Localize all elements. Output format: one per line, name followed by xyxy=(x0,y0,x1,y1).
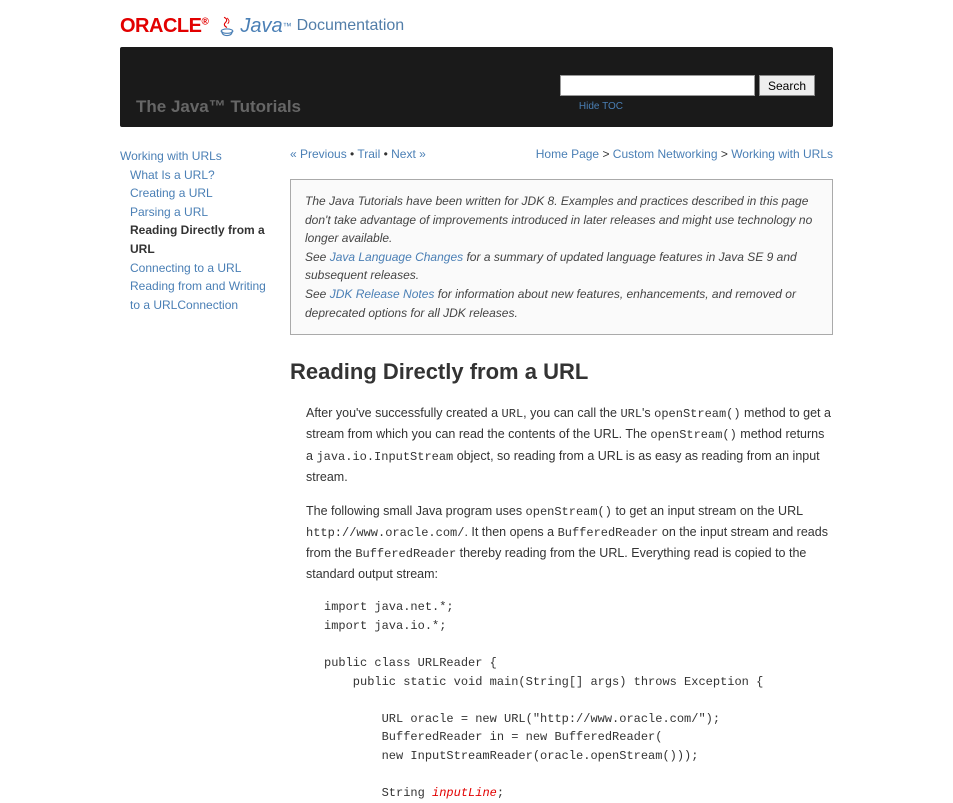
oracle-text: ORACLE xyxy=(120,15,201,37)
p2b: to get an input stream on the URL xyxy=(612,504,803,518)
content: « Previous • Trail • Next » Home Page > … xyxy=(270,147,833,803)
sidebar-item-creating-url[interactable]: Creating a URL xyxy=(120,184,270,203)
trail-link[interactable]: Trail xyxy=(357,147,380,161)
java-logo: Java™ Documentation xyxy=(218,15,404,38)
hide-toc-link[interactable]: Hide TOC xyxy=(579,101,623,112)
notice-link-jdk[interactable]: JDK Release Notes xyxy=(330,287,435,301)
code-url2: URL xyxy=(620,407,642,421)
cl1: import java.net.*; xyxy=(324,600,454,614)
cl11c: ; xyxy=(497,786,504,800)
para-1: After you've successfully created a URL,… xyxy=(306,403,833,487)
search-input[interactable] xyxy=(560,75,755,96)
code-oracle-url: http://www.oracle.com/ xyxy=(306,526,464,540)
tutorials-title: The Java™ Tutorials xyxy=(136,97,301,117)
cl7: URL oracle = new URL("http://www.oracle.… xyxy=(324,712,720,726)
nav-sep2: • xyxy=(380,147,391,161)
cl2: import java.io.*; xyxy=(324,619,446,633)
notice-box: The Java Tutorials have been written for… xyxy=(290,179,833,335)
nav-row: « Previous • Trail • Next » Home Page > … xyxy=(290,147,833,161)
java-text: Java xyxy=(240,15,282,38)
java-cup-icon xyxy=(218,15,236,37)
prev-link[interactable]: « Previous xyxy=(290,147,347,161)
cl9: new InputStreamReader(oracle.openStream(… xyxy=(324,749,698,763)
page-title: Reading Directly from a URL xyxy=(290,359,833,385)
sidebar-root[interactable]: Working with URLs xyxy=(120,147,270,166)
code-openstream2: openStream() xyxy=(650,428,736,442)
java-tm: ™ xyxy=(283,21,292,31)
search-box: Search xyxy=(560,75,815,96)
breadcrumb: Home Page > Custom Networking > Working … xyxy=(536,147,833,161)
sidebar-item-reading-writing[interactable]: Reading from and Writing to a URLConnect… xyxy=(120,277,270,314)
notice-p2a: See xyxy=(305,250,330,264)
documentation-label: Documentation xyxy=(297,17,405,35)
code-bufreader2: BufferedReader xyxy=(355,547,456,561)
bc-sep2: > xyxy=(718,147,732,161)
breadcrumb-home[interactable]: Home Page xyxy=(536,147,599,161)
cl11b: inputLine xyxy=(432,786,497,800)
para-2: The following small Java program uses op… xyxy=(306,501,833,585)
nav-sep1: • xyxy=(347,147,358,161)
sidebar: Working with URLs What Is a URL? Creatin… xyxy=(120,147,270,803)
cl8: BufferedReader in = new BufferedReader( xyxy=(324,730,662,744)
sidebar-item-what-is-url[interactable]: What Is a URL? xyxy=(120,166,270,185)
code-url1: URL xyxy=(502,407,524,421)
cl4: public class URLReader { xyxy=(324,656,497,670)
title-bar: The Java™ Tutorials Search Hide TOC xyxy=(120,47,833,127)
page-nav: « Previous • Trail • Next » xyxy=(290,147,426,161)
sidebar-item-parsing-url[interactable]: Parsing a URL xyxy=(120,203,270,222)
sidebar-item-connecting[interactable]: Connecting to a URL xyxy=(120,259,270,278)
p2a: The following small Java program uses xyxy=(306,504,526,518)
code-inputstream: java.io.InputStream xyxy=(316,450,453,464)
search-button[interactable]: Search xyxy=(759,75,815,96)
breadcrumb-page[interactable]: Working with URLs xyxy=(731,147,833,161)
breadcrumb-section[interactable]: Custom Networking xyxy=(613,147,718,161)
code-openstream3: openStream() xyxy=(526,505,612,519)
p1b: , you can call the xyxy=(523,406,620,420)
inputstream-link[interactable]: java.io.InputStream xyxy=(316,449,453,463)
cl5: public static void main(String[] args) t… xyxy=(324,675,763,689)
p2c: . It then opens a xyxy=(464,525,557,539)
code-bufreader1: BufferedReader xyxy=(558,526,659,540)
sidebar-item-current: Reading Directly from a URL xyxy=(120,221,270,258)
header: ORACLE® Java™ Documentation xyxy=(0,0,953,42)
notice-link-lang[interactable]: Java Language Changes xyxy=(330,250,463,264)
notice-p1: The Java Tutorials have been written for… xyxy=(305,194,812,245)
body-text: After you've successfully created a URL,… xyxy=(290,403,833,803)
bc-sep1: > xyxy=(599,147,613,161)
next-link[interactable]: Next » xyxy=(391,147,426,161)
p1a: After you've successfully created a xyxy=(306,406,502,420)
code-block: import java.net.*; import java.io.*; pub… xyxy=(324,598,833,803)
notice-p3a: See xyxy=(305,287,330,301)
cl11a: String xyxy=(324,786,432,800)
oracle-logo: ORACLE® xyxy=(120,15,208,38)
p1c: 's xyxy=(642,406,654,420)
code-openstream1: openStream() xyxy=(654,407,740,421)
